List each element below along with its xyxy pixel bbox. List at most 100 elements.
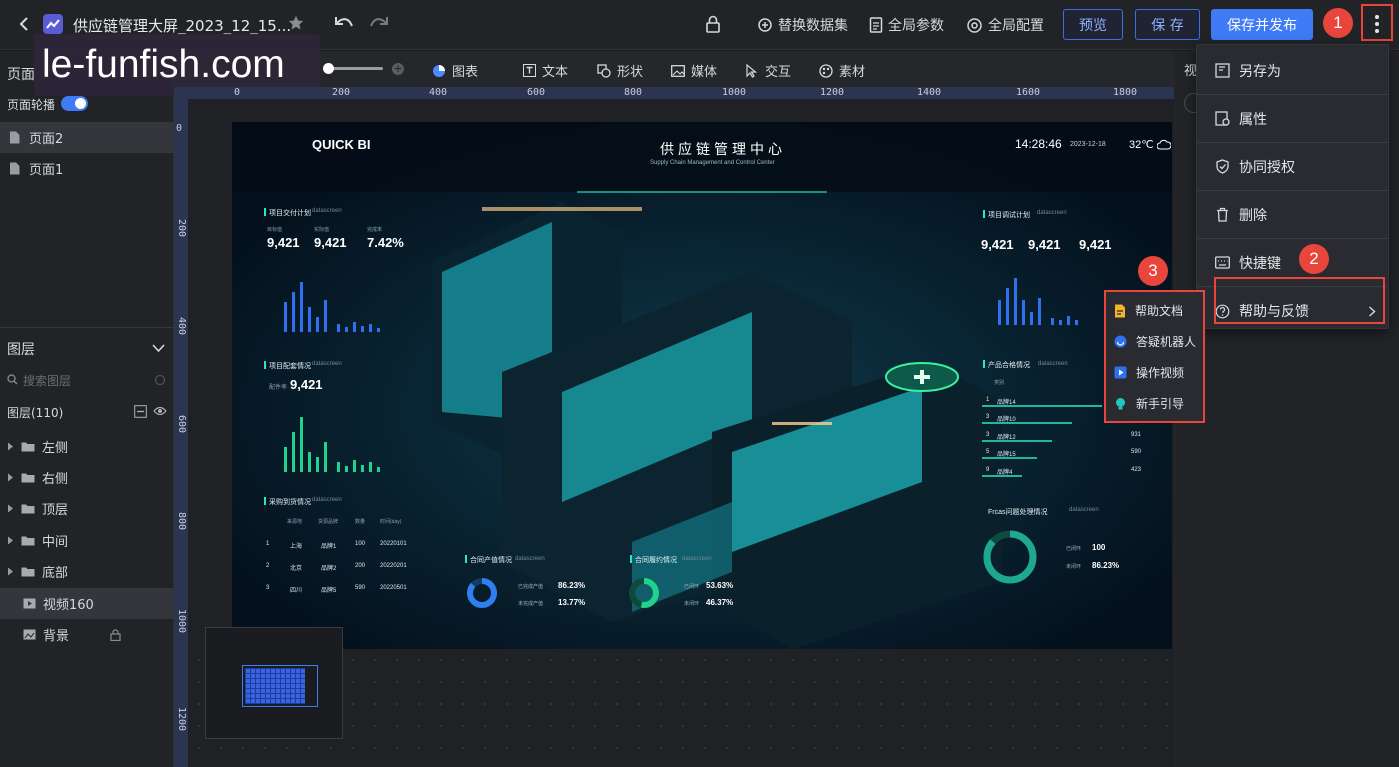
layer-group-label: 右侧: [42, 472, 69, 487]
ruler-label: 800: [176, 512, 187, 531]
page-carousel-toggle[interactable]: [61, 96, 88, 111]
page-title: 供应链管理大屏_2023_12_15...: [73, 17, 292, 35]
tool-text[interactable]: 文本: [523, 61, 568, 80]
folder-icon: [21, 567, 35, 577]
supply-bar-chart: [284, 417, 380, 472]
tool-chart[interactable]: 图表: [432, 61, 478, 80]
preview-button[interactable]: 预览: [1063, 9, 1123, 40]
donut-value: 13.77%: [558, 598, 586, 607]
tool-shape[interactable]: 形状: [597, 61, 643, 80]
table-cell: 品牌5: [321, 588, 337, 594]
layer-item[interactable]: 背景: [0, 619, 174, 650]
fulfilment-donut: [629, 578, 659, 608]
menu-delete[interactable]: 删除: [1197, 191, 1388, 239]
chevron-down-icon[interactable]: [152, 343, 165, 353]
panel-debug-title: 项目调试计划: [988, 212, 1030, 219]
panel-quality-title: 产品合格情况: [988, 362, 1030, 369]
ruler-label: 0: [176, 123, 183, 134]
list-header: 类别: [994, 380, 1005, 386]
panel-tag: datascreen: [312, 361, 342, 367]
table-header: 来源地: [287, 519, 303, 525]
menu-save-as[interactable]: 另存为: [1197, 47, 1388, 95]
layer-group[interactable]: 右侧: [0, 462, 174, 493]
lightbulb-icon: [1116, 398, 1125, 410]
table-cell: 上海: [290, 544, 303, 550]
tool-interaction[interactable]: 交互: [745, 61, 791, 80]
global-params-button[interactable]: 全局参数: [869, 15, 944, 35]
dashboard-screen[interactable]: QUICK BI 供应链管理中心 Supply Chain Management…: [232, 122, 1172, 649]
dataset-icon: [758, 18, 772, 32]
layer-search-input[interactable]: 搜索图层: [5, 369, 169, 391]
cloud-icon: [1157, 139, 1171, 150]
list-rank: 5: [986, 449, 990, 455]
refresh-icon[interactable]: [154, 374, 166, 386]
save-publish-button[interactable]: 保存并发布: [1211, 9, 1313, 40]
page-icon: [10, 162, 20, 175]
menu-properties[interactable]: 属性: [1197, 95, 1388, 143]
submenu-video[interactable]: 操作视频: [1114, 364, 1184, 381]
donut-label: 已闭环: [1066, 546, 1082, 552]
donut-value: 46.37%: [706, 598, 734, 607]
star-icon[interactable]: [287, 14, 307, 34]
layer-item[interactable]: 视频160: [0, 588, 174, 619]
minimap-viewport[interactable]: [242, 665, 318, 707]
table-cell: 590: [355, 585, 366, 591]
lock-icon[interactable]: [704, 14, 724, 34]
kpi-label: 实际值: [314, 227, 330, 233]
zoom-slider-track[interactable]: [329, 67, 383, 70]
layer-group[interactable]: 顶层: [0, 493, 174, 524]
more-vertical-icon[interactable]: [1368, 13, 1388, 33]
layer-group[interactable]: 中间: [0, 525, 174, 556]
layer-group[interactable]: 左侧: [0, 431, 174, 462]
left-panel: 页面 页面轮播 页面2 页面1 图层 搜索图层 图层(110) 左侧 右侧 顶层…: [0, 51, 174, 767]
layer-group-label: 底部: [42, 566, 69, 581]
table-header: 数量: [355, 519, 366, 525]
folder-icon: [21, 536, 35, 546]
undo-icon[interactable]: [333, 14, 353, 34]
collapse-all-icon[interactable]: [134, 405, 147, 418]
zoom-slider-handle[interactable]: [323, 63, 334, 74]
back-icon[interactable]: [14, 14, 34, 34]
save-button[interactable]: 保 存: [1135, 9, 1200, 40]
submenu-guide[interactable]: 新手引导: [1114, 395, 1184, 412]
table-cell: 2: [266, 563, 270, 569]
layer-group-label: 顶层: [42, 503, 69, 518]
tool-assets[interactable]: 素材: [819, 61, 865, 80]
panel-tag: datascreen: [1037, 210, 1067, 216]
list-value: 931: [1131, 432, 1142, 438]
document-icon: [869, 17, 883, 33]
page-item[interactable]: 页面1: [0, 153, 174, 184]
tool-media[interactable]: 媒体: [671, 61, 717, 80]
page-item[interactable]: 页面2: [0, 122, 174, 153]
caret-right-icon: [8, 473, 13, 482]
donut-label: 未闭环: [684, 601, 700, 607]
search-icon: [7, 374, 18, 385]
folder-icon: [21, 504, 35, 514]
submenu-help-docs[interactable]: 帮助文档: [1114, 302, 1183, 319]
eye-icon[interactable]: [153, 405, 167, 417]
caret-right-icon: [8, 442, 13, 451]
donut-label: 未闭环: [1066, 564, 1082, 570]
donut-value: 53.63%: [706, 581, 734, 590]
panel-delivery-title: 项目交付计划: [269, 210, 311, 217]
lock-icon[interactable]: [110, 628, 121, 641]
zoom-in-icon[interactable]: +: [392, 63, 404, 75]
kpi-label: 目标值: [267, 227, 283, 233]
shape-icon: [597, 63, 611, 78]
minimap[interactable]: [205, 627, 343, 739]
panel-frcas-title: Frcas问题处理情况: [988, 509, 1048, 516]
page-icon: [10, 131, 20, 144]
global-config-button[interactable]: 全局配置: [966, 15, 1044, 35]
layer-group[interactable]: 底部: [0, 556, 174, 587]
replace-dataset-label: 替换数据集: [778, 18, 848, 34]
panel-fulfilment-title: 合同履约情况: [635, 557, 677, 564]
submenu-qa-robot[interactable]: 答疑机器人: [1114, 333, 1196, 350]
submenu-help-docs-label: 帮助文档: [1135, 304, 1184, 318]
panel-tag: datascreen: [1069, 507, 1099, 513]
editor-canvas[interactable]: QUICK BI 供应链管理中心 Supply Chain Management…: [188, 99, 1174, 767]
replace-dataset-button[interactable]: 替换数据集: [757, 15, 848, 35]
menu-collab-auth[interactable]: 协同授权: [1197, 143, 1388, 191]
table-cell: 100: [355, 541, 366, 547]
redo-icon[interactable]: [368, 14, 388, 34]
ruler-label: 1400: [917, 87, 942, 98]
